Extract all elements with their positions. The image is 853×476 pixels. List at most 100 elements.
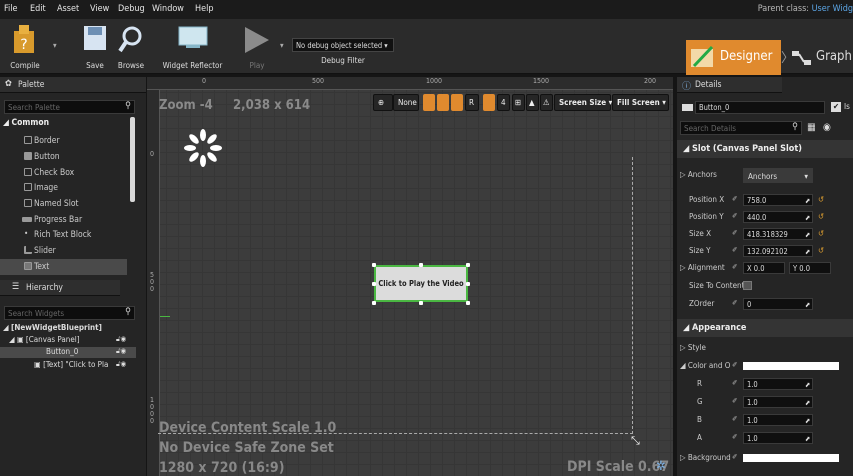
size-y-field[interactable]: 132.092102 xyxy=(743,245,813,257)
debug-object-select[interactable]: No debug object selected ▾ xyxy=(292,38,394,52)
alignment-y-field[interactable]: Y 0.0 xyxy=(789,262,831,274)
menu-file[interactable]: File xyxy=(4,4,18,14)
screen-size-dropdown[interactable]: Screen Size ▾ xyxy=(554,94,612,111)
palette-category-common[interactable]: ◢ Common xyxy=(3,118,49,128)
parent-class-link[interactable]: User Widg xyxy=(812,4,853,14)
click-to-play-button[interactable]: Click to Play the Video xyxy=(374,265,468,302)
resize-handle[interactable] xyxy=(372,263,376,267)
browse-button[interactable]: Browse xyxy=(113,19,149,74)
palette-scrollbar[interactable] xyxy=(130,117,135,202)
grid-snap-icon[interactable] xyxy=(451,94,463,111)
designer-label: Designer xyxy=(720,49,773,64)
image-view-icon[interactable]: ▲ xyxy=(526,94,539,111)
resize-handle[interactable] xyxy=(372,282,376,286)
appearance-section-header[interactable]: ◢ Appearance xyxy=(677,319,853,337)
size-x-field[interactable]: 418.318329 xyxy=(743,228,813,240)
lock-layout-icon[interactable] xyxy=(437,94,449,111)
hierarchy-search-input[interactable]: Search Widgets ⚲ xyxy=(4,306,135,320)
color-b-field[interactable]: 1.0 xyxy=(743,414,813,426)
link-icon: ✐ xyxy=(732,397,738,405)
palette-tab[interactable]: ✿ Palette xyxy=(0,77,146,93)
palette-item-rich-text-block[interactable]: • Rich Text Block xyxy=(0,227,127,243)
background-swatch[interactable] xyxy=(743,454,839,462)
hierarchy-canvas-panel[interactable]: ◢ ▣ [Canvas Panel] xyxy=(9,335,80,344)
drag-icon: ⬈ xyxy=(805,231,811,239)
property-matrix-icon[interactable]: ▦ xyxy=(807,122,816,133)
palette-item-text[interactable]: Text xyxy=(0,259,127,275)
menu-view[interactable]: View xyxy=(90,4,109,14)
globe-icon[interactable]: ⊕ xyxy=(373,94,393,111)
snap-icon[interactable] xyxy=(423,94,435,111)
menu-help[interactable]: Help xyxy=(195,4,213,14)
zorder-field[interactable]: 0 xyxy=(743,298,813,310)
resize-handle[interactable] xyxy=(372,301,376,305)
resize-handle[interactable] xyxy=(419,263,423,267)
anchors-dropdown[interactable]: Anchors ▾ xyxy=(743,168,813,183)
palette-item-border[interactable]: Border xyxy=(0,133,127,149)
alignment-x-field[interactable]: X 0.0 xyxy=(743,262,785,274)
color-a-field[interactable]: 1.0 xyxy=(743,432,813,444)
palette-search-input[interactable]: Search Palette ⚲ xyxy=(4,100,135,114)
visibility-icon[interactable]: 🔓︎◉ xyxy=(116,347,126,356)
palette-item-slider[interactable]: Slider xyxy=(0,243,127,259)
play-icon xyxy=(245,27,269,53)
fill-screen-dropdown[interactable]: Fill Screen ▾ xyxy=(612,94,669,111)
palette-item-label: Rich Text Block xyxy=(34,230,92,240)
gear-icon[interactable]: ✲ xyxy=(656,459,666,474)
size-to-content-checkbox[interactable] xyxy=(743,281,752,290)
play-button[interactable]: Play xyxy=(240,19,274,74)
graph-mode-button[interactable]: Graph xyxy=(788,40,853,75)
position-x-field[interactable]: 758.0 xyxy=(743,194,813,206)
expand-icon[interactable]: ⊞ xyxy=(512,94,525,111)
eye-icon[interactable]: 🔓︎◉ xyxy=(116,360,126,369)
menu-debug[interactable]: Debug xyxy=(118,4,145,14)
palette-item-progress-bar[interactable]: Progress Bar xyxy=(0,212,127,228)
style-row[interactable]: ▷ Style xyxy=(677,339,853,357)
position-y-field[interactable]: 440.0 xyxy=(743,211,813,223)
widget-name-field[interactable]: Button_0 xyxy=(695,101,825,114)
button-text: Click to Play the Video xyxy=(378,279,464,288)
snap-value-button[interactable]: 4 xyxy=(497,94,510,111)
scale-snap-icon[interactable] xyxy=(483,94,495,111)
resize-handle[interactable] xyxy=(466,282,470,286)
color-r-field[interactable]: 1.0 xyxy=(743,378,813,390)
menu-asset[interactable]: Asset xyxy=(57,4,79,14)
palette-item-image[interactable]: Image xyxy=(0,180,127,196)
compile-dropdown-icon[interactable]: ▾ xyxy=(53,41,57,50)
details-tab[interactable]: ⓘ Details xyxy=(677,77,782,93)
save-button[interactable]: Save xyxy=(80,19,110,74)
menu-edit[interactable]: Edit xyxy=(30,4,46,14)
color-g-field[interactable]: 1.0 xyxy=(743,396,813,408)
color-swatch[interactable] xyxy=(743,362,839,370)
reset-icon[interactable]: ↺ xyxy=(818,195,824,204)
anchor-none-button[interactable]: None xyxy=(393,94,419,111)
rotate-snap-button[interactable]: R xyxy=(465,94,479,111)
reset-icon[interactable]: ↺ xyxy=(818,229,824,238)
palette-item-check-box[interactable]: Check Box xyxy=(0,165,127,181)
warning-icon[interactable]: ⚠ xyxy=(540,94,553,111)
ruler-tick: 5 0 0 xyxy=(150,271,155,293)
slot-section-header[interactable]: ◢ Slot (Canvas Panel Slot) xyxy=(677,140,853,158)
compile-button[interactable]: ? Compile xyxy=(0,19,50,74)
details-search-input[interactable]: Search Details ⚲ xyxy=(680,121,802,135)
hierarchy-tab[interactable]: ☰ Hierarchy xyxy=(0,280,120,296)
zoom-level: Zoom -4 xyxy=(159,98,213,113)
eye-icon[interactable]: ◉ xyxy=(823,122,831,133)
widget-reflector-button[interactable]: Widget Reflector xyxy=(160,19,225,74)
reset-icon[interactable]: ↺ xyxy=(818,246,824,255)
resize-handle[interactable] xyxy=(466,263,470,267)
is-variable-checkbox[interactable]: ✔ xyxy=(831,102,841,112)
resize-handle[interactable] xyxy=(419,301,423,305)
menu-window[interactable]: Window xyxy=(152,4,184,14)
play-dropdown-icon[interactable]: ▾ xyxy=(280,41,284,50)
reset-icon[interactable]: ↺ xyxy=(818,212,824,221)
palette-item-button[interactable]: Button xyxy=(0,149,127,165)
palette-item-named-slot[interactable]: Named Slot xyxy=(0,196,127,212)
hierarchy-text[interactable]: ▣ [Text] "Click to Pla xyxy=(34,360,119,369)
lock-icon[interactable]: 🔓︎◉ xyxy=(116,335,126,344)
resize-handle-icon[interactable]: ⤡ xyxy=(631,434,640,448)
resize-handle[interactable] xyxy=(466,301,470,305)
hierarchy-root[interactable]: ◢ [NewWidgetBlueprint] xyxy=(3,323,102,332)
designer-mode-button[interactable]: Designer xyxy=(686,40,781,75)
designer-canvas[interactable]: 0 500 1000 1500 200 0 5 0 0 1 0 0 0 Zoom… xyxy=(147,77,673,476)
